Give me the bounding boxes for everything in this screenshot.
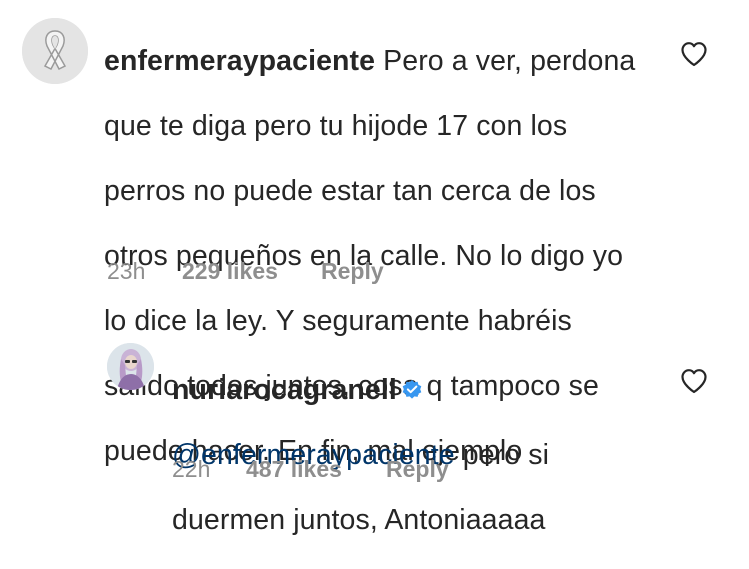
awareness-ribbon-icon — [22, 18, 88, 84]
comment-text-line: perros no puede estar tan cerca de los — [104, 174, 596, 207]
profile-photo-icon — [107, 343, 154, 390]
comment-text-line: pero si — [462, 438, 550, 471]
likes-count-button[interactable]: 229 likes — [182, 258, 278, 285]
comment-text-line: duermen juntos, Antoniaaaaa — [172, 503, 546, 536]
comment-username[interactable]: nuriarocagranell — [172, 374, 397, 406]
reply-button[interactable]: Reply — [321, 258, 384, 285]
reply-button[interactable]: Reply — [386, 456, 449, 483]
comment-text-line: lo dice la ley. Y seguramente habréis — [104, 304, 572, 337]
heart-outline-icon[interactable] — [680, 41, 708, 67]
likes-count-button[interactable]: 487 likes — [246, 456, 342, 483]
avatar[interactable] — [22, 18, 88, 84]
comment-text-line: que te diga pero tu hijode 17 con los — [104, 109, 568, 142]
comment-text-line: Pero a ver, perdona — [383, 44, 636, 77]
comment-username[interactable]: enfermeraypaciente — [104, 45, 375, 77]
comment-timestamp: 23h — [107, 258, 146, 284]
heart-outline-icon[interactable] — [680, 368, 708, 394]
comment-body: nuriarocagranell @enfermeraypaciente per… — [172, 341, 672, 569]
verified-badge-icon — [402, 379, 422, 399]
avatar[interactable] — [107, 343, 154, 390]
comment-timestamp: 22h — [172, 456, 211, 482]
